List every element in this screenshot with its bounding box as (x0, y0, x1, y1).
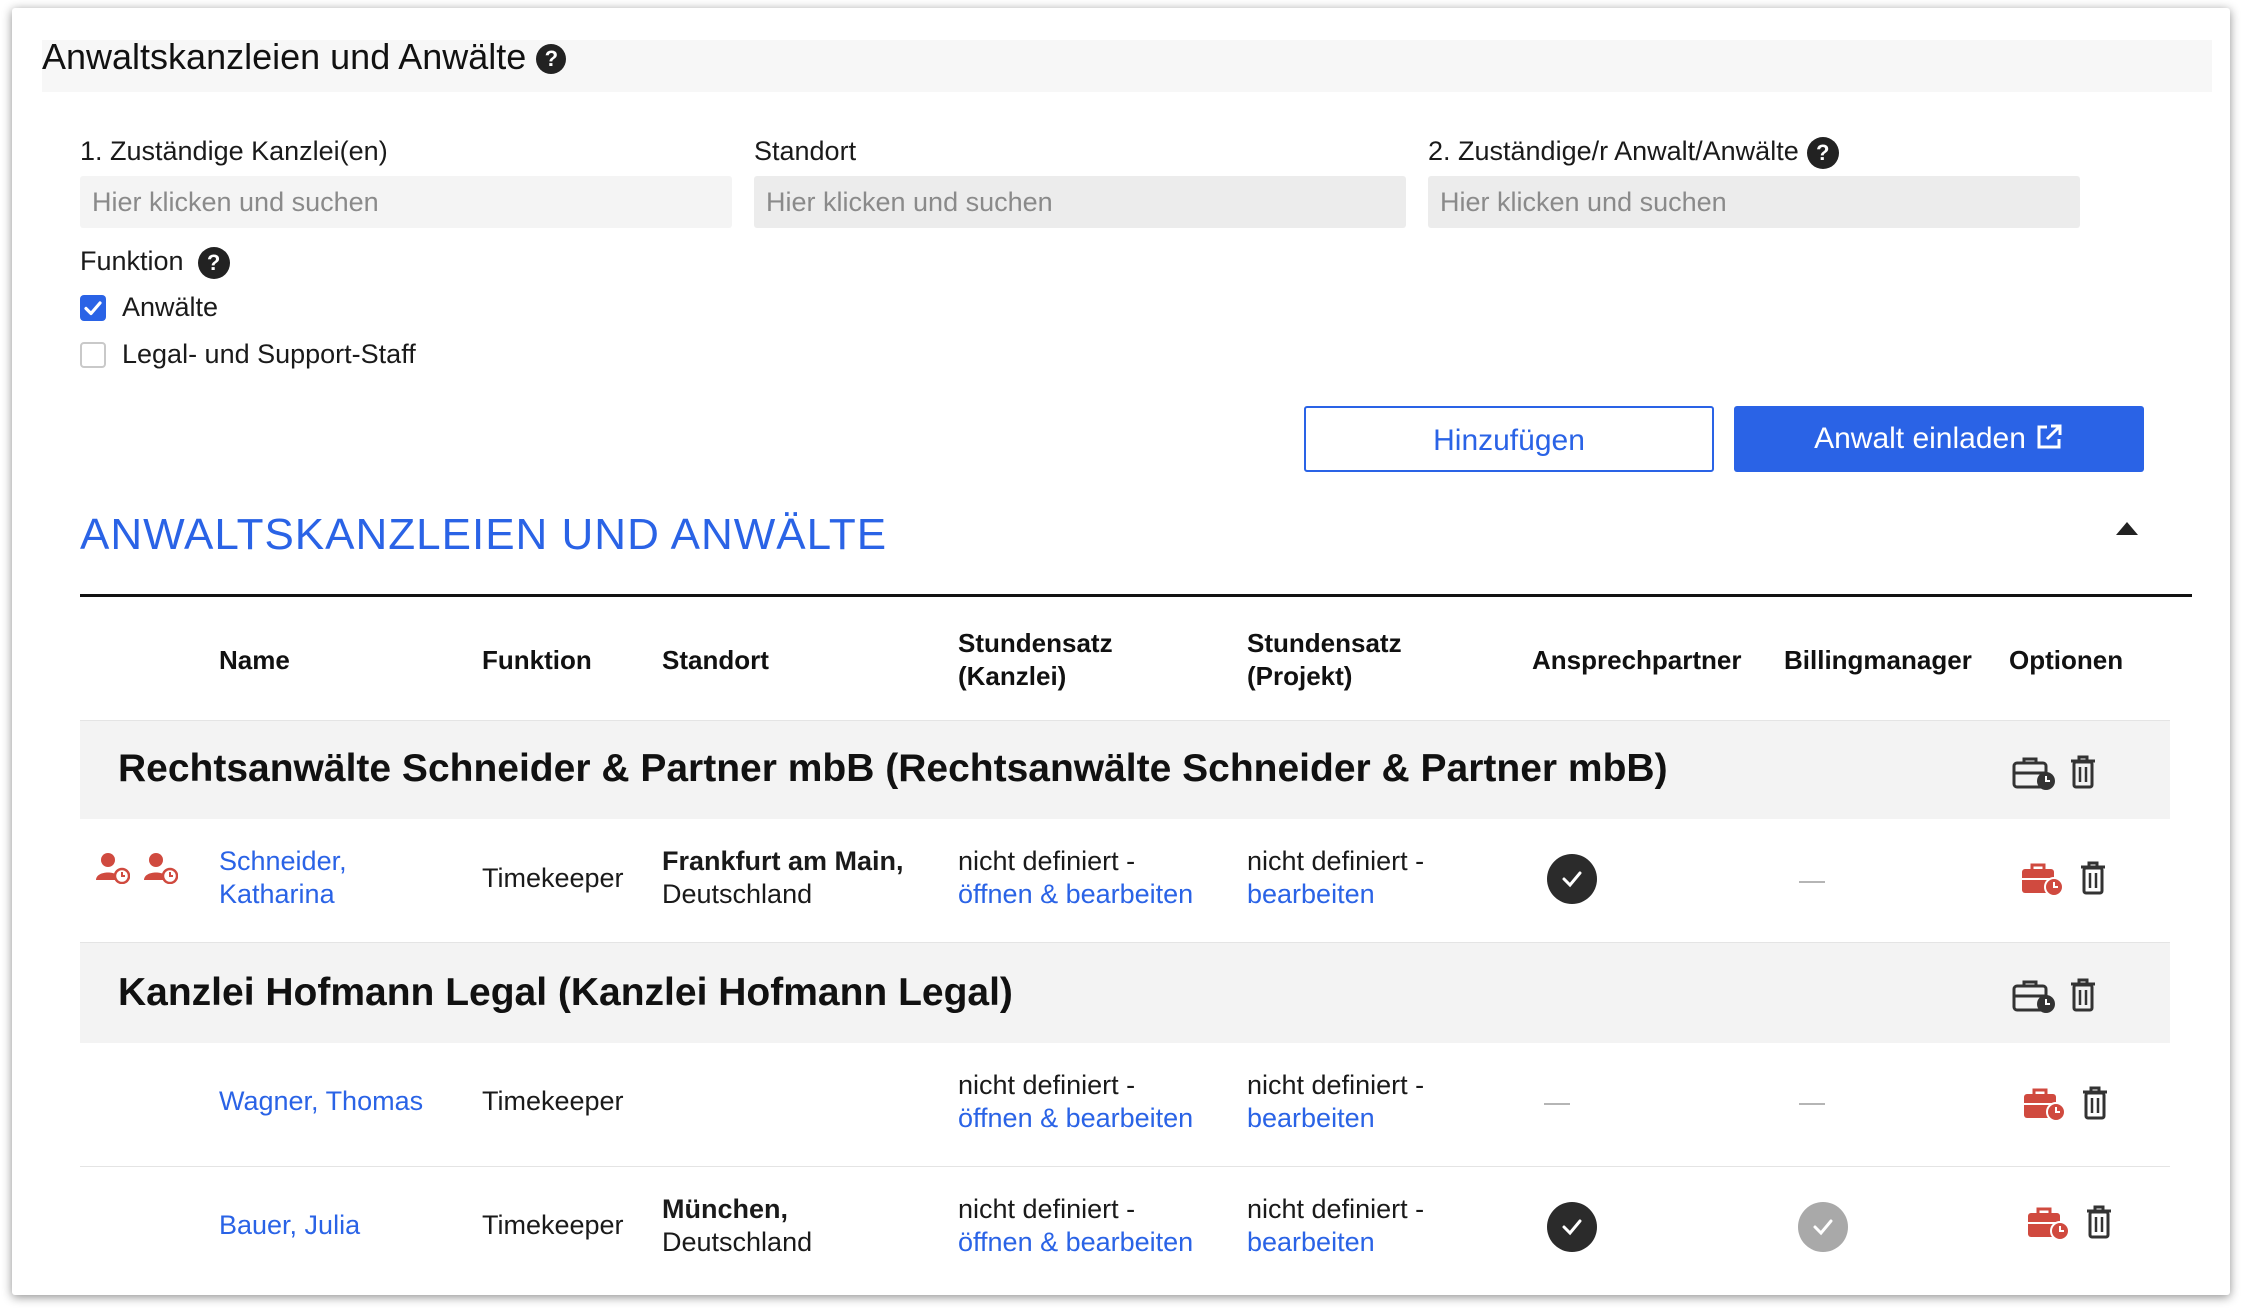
th-rate-projekt-line2: (Projekt) (1247, 661, 1353, 691)
trash-icon[interactable] (2068, 754, 2098, 790)
trash-icon[interactable] (2084, 1204, 2114, 1240)
rate-projekt-status: nicht definiert - (1247, 846, 1425, 876)
funktion-label: Funktion? (80, 246, 230, 279)
user-billing-icon (144, 853, 178, 884)
rate-kanzlei-status: nicht definiert - (958, 1070, 1136, 1100)
th-rate-kanzlei-line1: Stundensatz (958, 628, 1113, 658)
standort-city: Frankfurt am Main, (662, 846, 904, 876)
kanzlei-label: 1. Zuständige Kanzlei(en) (80, 136, 388, 166)
rate-kanzlei-status: nicht definiert - (958, 1194, 1136, 1224)
row-divider (80, 1166, 2170, 1167)
rate-projekt-edit-link[interactable]: bearbeiten (1247, 879, 1375, 909)
th-rate-projekt-line1: Stundensatz (1247, 628, 1402, 658)
section-divider (80, 594, 2192, 597)
rate-projekt-edit-link[interactable]: bearbeiten (1247, 1227, 1375, 1257)
legal-staff-checkbox-label[interactable]: Legal- und Support-Staff (122, 339, 416, 370)
standort-city: München, (662, 1194, 788, 1224)
question-circle-icon[interactable]: ? (536, 44, 567, 75)
rate-kanzlei-edit-link[interactable]: öffnen & bearbeiten (958, 1103, 1193, 1133)
th-funktion: Funktion (482, 645, 592, 675)
section-title: ANWALTSKANZLEIEN UND ANWÄLTE (80, 510, 888, 559)
external-link-icon (2037, 424, 2062, 449)
anwalt-search-input[interactable] (1428, 176, 2080, 228)
panel-title: Anwaltskanzleien und Anwälte? (42, 36, 567, 78)
ansprechpartner-check-icon[interactable] (1547, 1202, 1597, 1252)
standort-country: Deutschland (662, 879, 813, 909)
rate-kanzlei-edit-link[interactable]: öffnen & bearbeiten (958, 879, 1193, 909)
question-circle-icon[interactable]: ? (1806, 136, 1839, 169)
checkmark-icon (84, 301, 102, 316)
trash-icon[interactable] (2068, 977, 2098, 1013)
lawyer-name-line2: Katharina (219, 879, 335, 909)
lawyer-funktion: Timekeeper (482, 1086, 624, 1116)
rate-kanzlei: nicht definiert - öffnen & bearbeiten (958, 1193, 1193, 1259)
ansprechpartner-check-icon[interactable] (1547, 854, 1597, 904)
invite-lawyer-label: Anwalt einladen (1814, 422, 2026, 455)
checkmark-icon (1562, 871, 1582, 888)
trash-icon[interactable] (2078, 860, 2108, 896)
kanzlei-search-input[interactable] (80, 176, 732, 228)
invite-lawyer-button[interactable]: Anwalt einladen (1734, 406, 2144, 472)
anwalt-label: 2. Zuständige/r Anwalt/Anwälte? (1428, 136, 1839, 169)
rate-kanzlei: nicht definiert - öffnen & bearbeiten (958, 1069, 1193, 1135)
th-rate-kanzlei: Stundensatz (Kanzlei) (958, 627, 1113, 693)
anwaelte-checkbox-label[interactable]: Anwälte (122, 292, 218, 323)
question-circle-icon[interactable]: ? (197, 246, 230, 279)
billing-empty-dash (1799, 881, 1825, 883)
rate-projekt: nicht definiert - bearbeiten (1247, 845, 1424, 911)
firm-name: Rechtsanwälte Schneider & Partner mbB (R… (118, 747, 1668, 790)
rate-projekt-status: nicht definiert - (1247, 1194, 1425, 1224)
standort-country: Deutschland (662, 1227, 813, 1257)
user-contact-icon (96, 853, 130, 884)
th-name: Name (219, 645, 290, 675)
rate-projekt: nicht definiert - bearbeiten (1247, 1193, 1424, 1259)
checkmark-icon (1562, 1219, 1582, 1236)
lawyer-name-link[interactable]: Wagner, Thomas (219, 1085, 423, 1118)
th-ansprechpartner: Ansprechpartner (1532, 645, 1742, 675)
caret-up-icon[interactable] (2114, 520, 2140, 536)
billing-check-icon[interactable] (1798, 1202, 1848, 1252)
briefcase-clock-icon[interactable] (2026, 1204, 2072, 1242)
lawyer-name-link[interactable]: Bauer, Julia (219, 1209, 360, 1242)
rate-kanzlei-status: nicht definiert - (958, 846, 1136, 876)
briefcase-clock-icon[interactable] (2022, 1085, 2068, 1123)
briefcase-clock-icon[interactable] (2020, 860, 2066, 898)
firm-name: Kanzlei Hofmann Legal (Kanzlei Hofmann L… (118, 971, 1013, 1014)
trash-icon[interactable] (2080, 1085, 2110, 1121)
lawyer-name-link[interactable]: Schneider, Katharina (219, 845, 347, 911)
lawyer-standort: Frankfurt am Main, Deutschland (662, 845, 904, 911)
lawyer-name-line1: Schneider, (219, 846, 347, 876)
briefcase-clock-icon[interactable] (2012, 754, 2058, 792)
panel-title-text: Anwaltskanzleien und Anwälte (42, 36, 527, 77)
billing-empty-dash (1799, 1103, 1825, 1105)
lawyer-funktion: Timekeeper (482, 863, 624, 893)
standort-search-input[interactable] (754, 176, 1406, 228)
rate-projekt-edit-link[interactable]: bearbeiten (1247, 1103, 1375, 1133)
anwalt-label-text: 2. Zuständige/r Anwalt/Anwälte (1428, 136, 1799, 166)
firm-row: Rechtsanwälte Schneider & Partner mbB (R… (80, 721, 2170, 819)
ansprechpartner-empty-dash (1544, 1103, 1570, 1105)
th-optionen: Optionen (2009, 645, 2124, 675)
anwaelte-checkbox[interactable] (80, 295, 106, 321)
rate-projekt: nicht definiert - bearbeiten (1247, 1069, 1424, 1135)
th-rate-projekt: Stundensatz (Projekt) (1247, 627, 1402, 693)
th-billingmanager: Billingmanager (1784, 645, 1972, 675)
legal-staff-checkbox[interactable] (80, 342, 106, 368)
rate-kanzlei-edit-link[interactable]: öffnen & bearbeiten (958, 1227, 1193, 1257)
add-button[interactable]: Hinzufügen (1304, 406, 1714, 472)
firm-row: Kanzlei Hofmann Legal (Kanzlei Hofmann L… (80, 943, 2170, 1043)
rate-projekt-status: nicht definiert - (1247, 1070, 1425, 1100)
briefcase-clock-icon[interactable] (2012, 977, 2058, 1015)
lawyer-standort: München, Deutschland (662, 1193, 812, 1259)
checkmark-icon (1813, 1219, 1833, 1236)
standort-label: Standort (754, 136, 857, 166)
rate-kanzlei: nicht definiert - öffnen & bearbeiten (958, 845, 1193, 911)
lawfirms-panel: Anwaltskanzleien und Anwälte? 1. Zuständ… (12, 8, 2230, 1295)
lawyer-funktion: Timekeeper (482, 1210, 624, 1240)
funktion-label-text: Funktion (80, 246, 184, 276)
th-standort: Standort (662, 645, 769, 675)
th-rate-kanzlei-line2: (Kanzlei) (958, 661, 1067, 691)
